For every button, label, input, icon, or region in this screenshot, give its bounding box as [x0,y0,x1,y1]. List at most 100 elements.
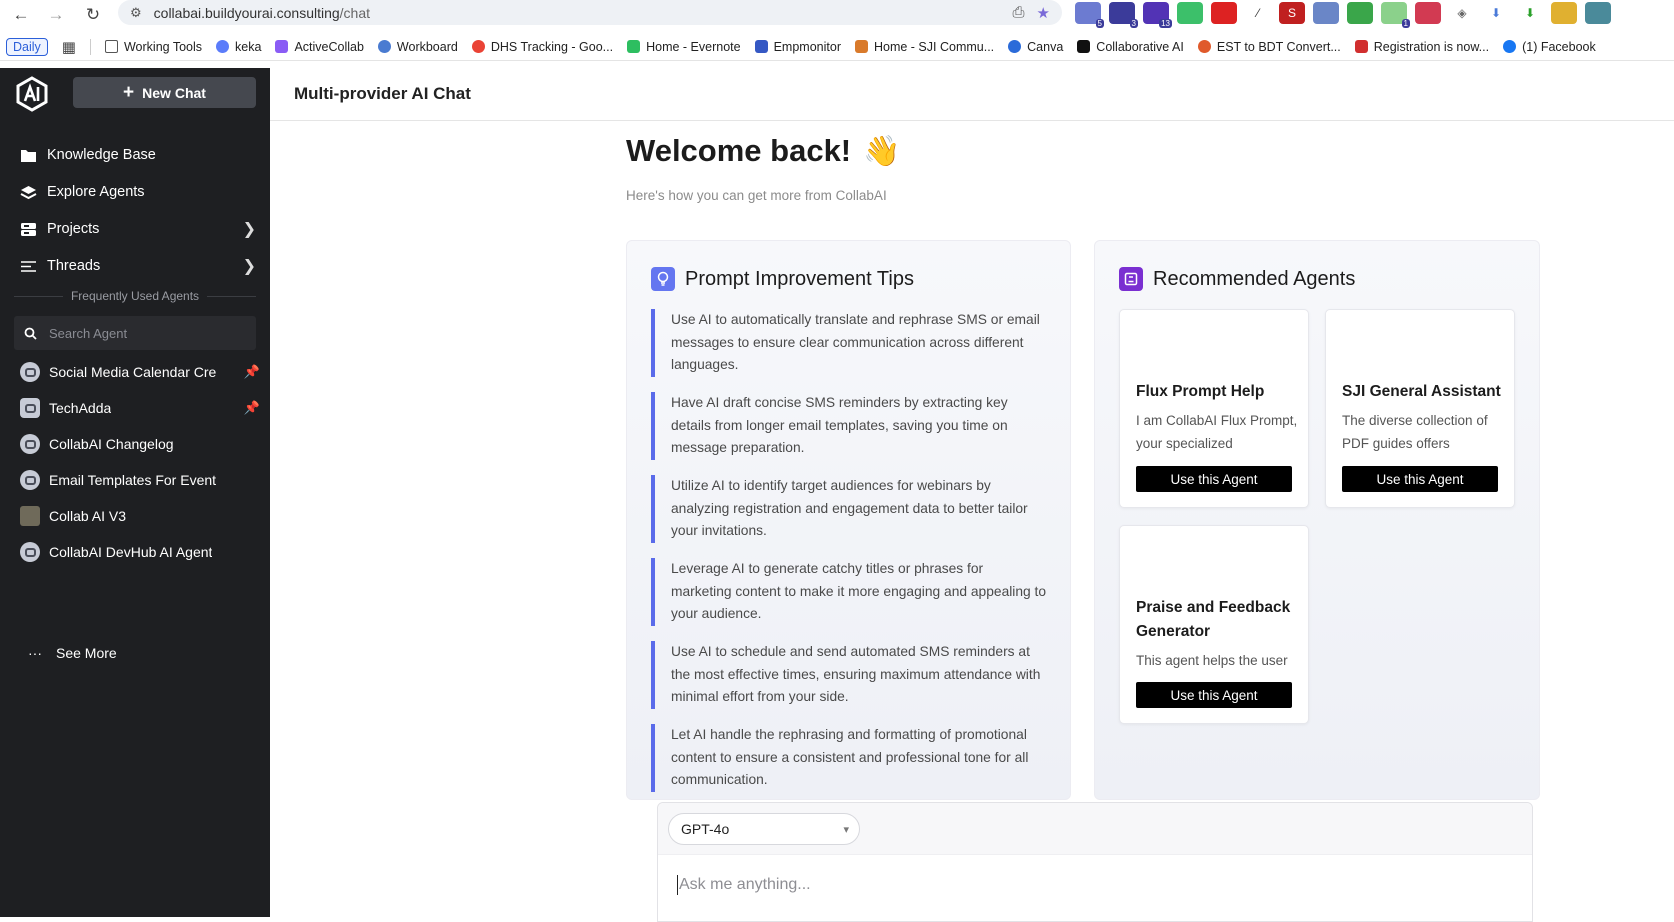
agent-item[interactable]: CollabAI DevHub AI Agent [20,538,260,566]
chevron-down-icon: ▾ [843,823,849,836]
search-agent-placeholder: Search Agent [49,325,128,341]
agent-name: Email Templates For Event [49,472,217,488]
bookmark-label: Registration is now... [1373,39,1490,54]
site-info-icon[interactable]: ⚙ [130,5,142,21]
recommended-agent-name: SJI General Assistant [1342,383,1501,400]
use-agent-button[interactable]: Use this Agent [1136,466,1292,492]
welcome-heading: Welcome back! 👋 [626,133,901,169]
page-title: Multi-provider AI Chat [294,84,471,103]
divider-line [14,295,63,297]
agent-name: TechAdda [49,400,112,416]
bookmark-item[interactable]: DHS Tracking - Goo... [471,40,613,54]
sidebar-item-label: Explore Agents [47,184,145,200]
extension-icon[interactable] [1585,1,1611,24]
install-app-icon[interactable]: ⎙ [1013,4,1025,22]
collabai-logo[interactable] [14,76,50,112]
bookmark-item[interactable]: Empmonitor [754,40,841,54]
tip-item: Leverage AI to generate catchy titles or… [651,558,1047,626]
bookmark-item[interactable]: EST to BDT Convert... [1197,40,1341,54]
sidebar-item-explore-agents[interactable]: Explore Agents [20,177,256,207]
apps-grid-icon[interactable]: ▦ [62,38,76,56]
ellipsis-icon: ··· [28,645,42,661]
chat-input[interactable]: Ask me anything... [677,875,811,895]
address-bar[interactable]: ⚙ collabai.buildyourai.consulting/chat ⎙… [118,0,1062,25]
pin-icon[interactable]: 📌 [244,364,260,380]
threads-icon [21,260,36,272]
bookmark-label: Working Tools [123,39,203,54]
agent-item[interactable]: CollabAI Changelog [20,430,260,458]
bookmark-item[interactable]: ActiveCollab [275,39,364,54]
bookmark-item[interactable]: Home - Evernote [627,40,741,54]
extension-icon[interactable]: 5 [1075,1,1104,28]
extension-icon[interactable]: ⁄ [1245,1,1271,24]
use-agent-button[interactable]: Use this Agent [1342,466,1498,492]
extension-icon[interactable]: 13 [1143,1,1172,28]
extension-icon[interactable]: S [1279,1,1305,24]
extension-icon[interactable] [1551,1,1577,24]
waving-hand-icon: 👋 [863,134,901,168]
agent-item[interactable]: Collab AI V3 [20,502,260,530]
welcome-text: Welcome back! [626,133,852,168]
page-header: Multi-provider AI Chat [270,68,1674,121]
recommended-agent-card[interactable]: Flux Prompt Help I am CollabAI Flux Prom… [1119,309,1309,508]
agent-item[interactable]: Social Media Calendar Cre 📌 [20,358,260,386]
extension-badge: 1 [1401,18,1410,28]
new-chat-button[interactable]: + New Chat [73,77,256,108]
bookmark-item[interactable]: Registration is now... [1354,39,1490,54]
bookmark-item[interactable]: Collaborative AI [1077,40,1184,54]
recommended-agent-desc: This agent helps the user [1136,653,1288,668]
extension-icon[interactable] [1177,1,1203,24]
sidebar-item-projects[interactable]: Projects ❯ [20,214,256,244]
search-agent-input[interactable]: Search Agent [14,316,256,350]
agent-item[interactable]: Email Templates For Event [20,466,260,494]
extension-badge: 3 [1129,18,1138,28]
bookmark-label: ActiveCollab [294,39,364,54]
see-more-button[interactable]: ··· See More [28,645,117,661]
see-more-label: See More [56,645,117,661]
tip-item: Use AI to automatically translate and re… [651,309,1047,377]
bookmark-item[interactable]: (1) Facebook [1503,40,1596,54]
agent-card-icon [1119,267,1143,291]
reload-icon[interactable]: ↻ [78,0,108,30]
use-agent-button[interactable]: Use this Agent [1136,682,1292,708]
text-cursor [677,875,678,895]
agent-avatar [20,398,40,418]
sidebar-item-threads[interactable]: Threads ❯ [20,251,256,281]
agent-item[interactable]: TechAdda 📌 [20,394,260,422]
extension-icon[interactable] [1211,1,1237,24]
extension-icon[interactable] [1313,1,1339,24]
bookmark-item[interactable]: Home - SJI Commu... [854,39,995,54]
bookmark-star-icon[interactable]: ★ [1037,4,1050,22]
bookmark-daily[interactable]: Daily [6,37,48,56]
extension-icon[interactable]: 1 [1381,1,1410,28]
sidebar-item-knowledge-base[interactable]: Knowledge Base [20,140,256,170]
search-icon [24,327,37,340]
sidebar-item-label: Projects [47,221,100,237]
recommended-agent-desc: The diverse collection of PDF guides off… [1342,413,1488,451]
facebook-icon [1503,40,1517,53]
chrome-icon [1197,40,1211,53]
new-chat-label: New Chat [142,84,206,101]
model-select[interactable]: GPT-4o ▾ [668,813,860,845]
bookmark-item[interactable]: keka [216,40,261,54]
chevron-right-icon[interactable]: ❯ [243,256,256,276]
bookmark-item[interactable]: Canva [1008,40,1063,54]
extension-icon[interactable]: ⬇ [1483,1,1509,24]
model-select-value: GPT-4o [681,821,730,837]
bookmark-item[interactable]: Workboard [377,40,458,54]
bookmark-label: Home - SJI Commu... [873,39,995,54]
extension-icon[interactable] [1415,1,1441,24]
extension-icon[interactable]: ◈ [1449,1,1475,24]
extension-icon[interactable]: 3 [1109,1,1138,28]
agent-name: Social Media Calendar Cre [49,364,217,380]
bookmarks-separator [89,38,91,55]
extension-icon[interactable] [1347,1,1373,24]
recommended-agent-card[interactable]: Praise and Feedback Generator This agent… [1119,525,1309,724]
bookmark-item[interactable]: Working Tools [104,39,203,54]
recommended-agent-card[interactable]: SJI General Assistant The diverse collec… [1325,309,1515,508]
extension-icon[interactable]: ⬇ [1517,1,1543,24]
chevron-right-icon[interactable]: ❯ [243,219,256,239]
forward-icon[interactable]: → [41,0,71,30]
pin-icon[interactable]: 📌 [244,400,260,416]
back-icon[interactable]: ← [6,0,36,30]
